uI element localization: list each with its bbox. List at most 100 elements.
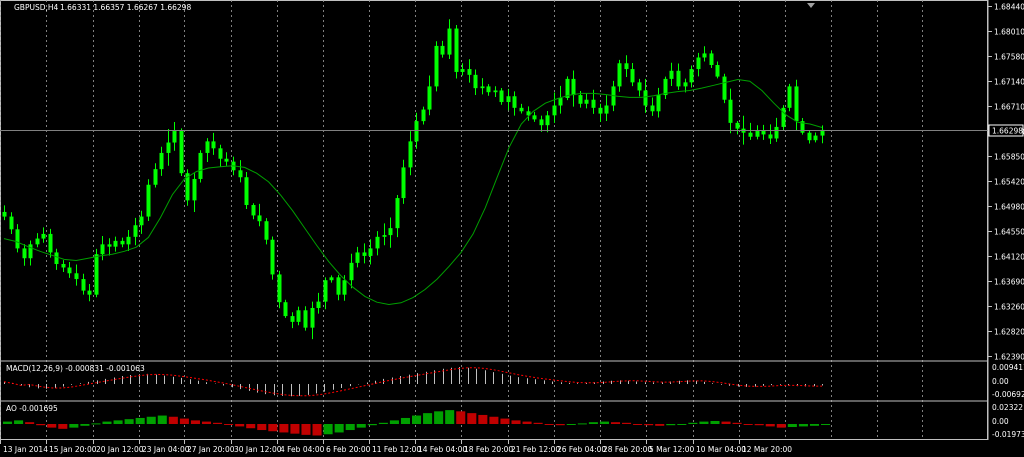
ao-bar bbox=[610, 422, 621, 424]
candle-body bbox=[787, 86, 792, 108]
ao-bar bbox=[47, 424, 57, 428]
candle-body bbox=[368, 248, 373, 256]
moving-average-line bbox=[3, 78, 823, 306]
candle-body bbox=[643, 90, 648, 106]
candle-body bbox=[807, 132, 812, 141]
candle-body bbox=[637, 82, 642, 91]
candle-body bbox=[74, 273, 79, 280]
candle-body bbox=[166, 142, 171, 153]
ao-bar bbox=[102, 421, 112, 424]
candle-body bbox=[22, 248, 27, 259]
chart-shift-marker[interactable] bbox=[807, 3, 815, 8]
ao-bar bbox=[113, 420, 123, 424]
macd-axis-high: 0.009411 bbox=[992, 363, 1024, 372]
candle-body bbox=[388, 228, 393, 236]
ao-bar bbox=[345, 424, 355, 431]
candle-body bbox=[349, 262, 354, 281]
candle-body bbox=[172, 130, 177, 143]
candle-body bbox=[54, 252, 59, 265]
ao-bar bbox=[312, 424, 322, 436]
candle-body bbox=[179, 130, 184, 174]
candle-body bbox=[539, 119, 544, 126]
candle-body bbox=[323, 280, 328, 302]
price-tick-label: 1.65420 bbox=[994, 178, 1024, 187]
candle-body bbox=[768, 134, 773, 139]
candle-body bbox=[329, 277, 334, 281]
time-tick-label: 10 Mar 04:00 bbox=[696, 445, 746, 454]
candle-body bbox=[81, 279, 86, 291]
candle-body bbox=[113, 240, 118, 247]
candle-body bbox=[120, 240, 125, 245]
chart-canvas[interactable]: 1.68440 1.68010 1.67580 1.67140 1.66710 1.662… bbox=[0, 0, 1024, 457]
candle-body bbox=[244, 177, 249, 206]
candle-body bbox=[467, 69, 472, 75]
time-axis[interactable]: 13 Jan 2014 15 Jan 20:00 20 Jan 12:0023 Ja… bbox=[0, 440, 793, 454]
candle-body bbox=[571, 78, 576, 96]
candle-body bbox=[715, 65, 720, 77]
candle-body bbox=[604, 105, 609, 114]
candle-body bbox=[296, 310, 301, 322]
candle-body bbox=[316, 301, 321, 308]
candle-body bbox=[303, 310, 308, 328]
time-tick-label: 18 Feb 20:00 bbox=[464, 445, 513, 454]
ao-bar bbox=[445, 410, 455, 424]
price-tick-label: 1.64120 bbox=[994, 253, 1024, 262]
ao-bar bbox=[179, 418, 189, 424]
time-tick-label: 6 Feb 20:00 bbox=[326, 445, 371, 454]
candle-body bbox=[545, 115, 550, 126]
candle-body bbox=[584, 99, 589, 104]
candle-body bbox=[362, 252, 367, 256]
time-tick-label: 28 Feb 20:00 bbox=[603, 445, 652, 454]
price-tick-label: 1.63690 bbox=[994, 278, 1024, 287]
candle-body bbox=[257, 215, 262, 222]
ao-bar bbox=[378, 422, 388, 424]
price-axis[interactable]: 1.68440 1.68010 1.67580 1.67140 1.66710 1.662… bbox=[988, 3, 1024, 362]
time-tick-label: 21 Feb 12:00 bbox=[511, 445, 560, 454]
ao-bar bbox=[478, 414, 488, 424]
ao-bar bbox=[91, 423, 101, 425]
candle-body bbox=[9, 216, 14, 230]
symbol-label: GBPUSD,H4 bbox=[14, 3, 59, 12]
candle-body bbox=[499, 90, 504, 103]
candle-body bbox=[617, 63, 622, 87]
ao-bar bbox=[787, 424, 797, 428]
ao-bar bbox=[809, 424, 819, 426]
time-tick-label: 20 Jan 12:00 bbox=[96, 445, 144, 454]
ao-bar bbox=[577, 423, 587, 425]
ao-bar bbox=[677, 424, 687, 425]
ao-bar bbox=[500, 418, 510, 424]
candle-body bbox=[735, 122, 740, 129]
ao-bar bbox=[412, 415, 422, 424]
ao-bar bbox=[655, 424, 665, 426]
ao-bar bbox=[566, 424, 576, 425]
ao-bar bbox=[732, 422, 742, 424]
price-tick-label: 1.62820 bbox=[994, 328, 1024, 337]
ao-bar bbox=[456, 411, 466, 424]
candle-body bbox=[48, 233, 53, 253]
candle-body bbox=[506, 96, 511, 103]
candle-body bbox=[35, 238, 40, 245]
candle-body bbox=[532, 115, 537, 120]
candle-body bbox=[133, 225, 138, 237]
candle-body bbox=[578, 95, 583, 104]
ao-bar bbox=[776, 424, 786, 428]
candle-body bbox=[401, 167, 406, 199]
candle-body bbox=[238, 170, 243, 178]
ao-bar bbox=[555, 424, 565, 426]
ao-bar bbox=[224, 424, 234, 425]
candle-body bbox=[493, 90, 498, 93]
ao-bar bbox=[754, 424, 764, 426]
ao-bar bbox=[765, 424, 775, 427]
price-series bbox=[2, 19, 825, 340]
ao-bar bbox=[323, 424, 333, 435]
ao-axis-high: 0.02322 bbox=[992, 403, 1023, 412]
candle-body bbox=[624, 63, 629, 70]
time-tick-label: 4 Feb 04:00 bbox=[280, 445, 325, 454]
price-tick-label: 1.68010 bbox=[994, 28, 1024, 37]
candle-body bbox=[709, 53, 714, 66]
candle-body bbox=[552, 105, 557, 116]
candle-body bbox=[198, 152, 203, 179]
time-tick-label: 23 Jan 04:00 bbox=[142, 445, 190, 454]
candle-body bbox=[283, 302, 288, 317]
price-tick-label: 1.68440 bbox=[994, 3, 1024, 12]
